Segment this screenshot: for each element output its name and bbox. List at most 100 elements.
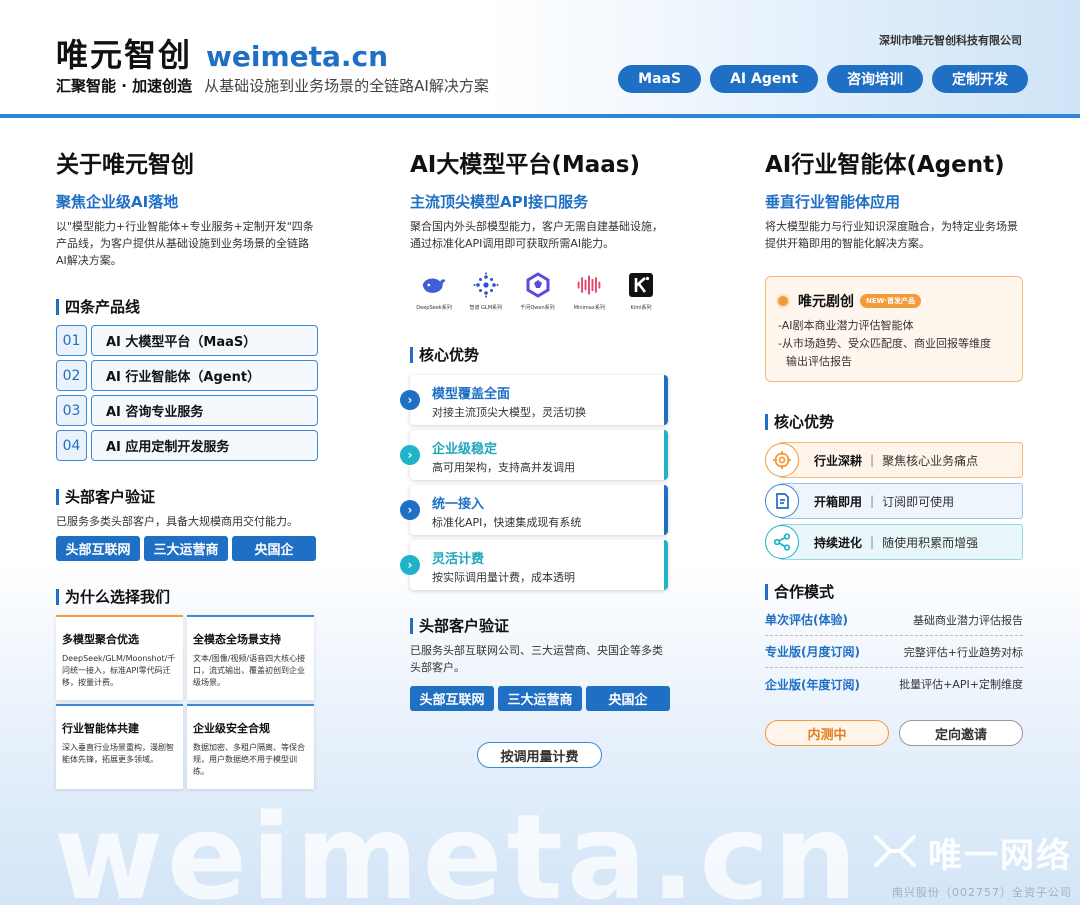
model-logos: DeepSeek系列 智谱 GLM系列 千问Qwen系列 Minimax系列 K… — [410, 272, 665, 311]
feature-lines: -AI剧本商业潜力评估智能体 -从市场趋势、受众匹配度、商业回报等维度 输出评估… — [778, 317, 1022, 371]
mode-desc: 基础商业潜力评估报告 — [913, 613, 1023, 627]
product-num: 02 — [56, 360, 87, 391]
slogan-bold: 汇聚智能 · 加速创造 — [56, 77, 193, 95]
about-subtitle: 聚焦企业级AI落地 — [56, 193, 179, 211]
billing-button[interactable]: 按调用量计费 — [477, 742, 602, 768]
pill-maas[interactable]: MaaS — [618, 65, 702, 93]
product-label: AI 大模型平台（MaaS） — [91, 325, 318, 356]
why-card: 全模态全场景支持 文本/图像/视频/语音四大核心接口，流式输出，覆盖初创到企业级… — [187, 615, 314, 700]
product-num: 03 — [56, 395, 87, 426]
maas-clients-desc: 已服务头部互联网公司、三大运营商、央国企等多类头部客户。 — [410, 644, 663, 674]
logo-name: 智谱 GLM系列 — [469, 305, 503, 311]
feature-line: -AI剧本商业潜力评估智能体 — [778, 319, 914, 332]
invite-button[interactable]: 定向邀请 — [899, 720, 1023, 746]
feature-product-card[interactable]: 唯元剧创 NEW·首发产品 -AI剧本商业潜力评估智能体 -从市场趋势、受众匹配… — [765, 276, 1023, 382]
testing-button[interactable]: 内测中 — [765, 720, 889, 746]
why-title: 为什么选择我们 — [56, 589, 318, 605]
advantage-text: 对接主流顶尖大模型，灵活切换 — [432, 406, 586, 419]
kimi-k-icon — [628, 272, 654, 298]
products-title: 四条产品线 — [56, 299, 318, 315]
pill-custom-dev[interactable]: 定制开发 — [932, 65, 1028, 93]
advantage-card: 企业级稳定 高可用架构，支持高并发调用 › — [400, 430, 668, 480]
chevron-right-icon: › — [400, 500, 420, 520]
product-label: AI 咨询专业服务 — [91, 395, 318, 426]
maas-subtitle: 主流顶尖模型API接口服务 — [410, 193, 589, 211]
advantage-text: 标准化API，快速集成现有系统 — [432, 516, 582, 529]
mode-row: 企业版(年度订阅) 批量评估+API+定制维度 — [765, 668, 1023, 700]
agent-advantage-box: 持续进化 | 随使用积累而增强 — [779, 524, 1023, 560]
pill-agent[interactable]: AI Agent — [710, 65, 818, 93]
watermark-logo: 唯一网络 — [870, 828, 1072, 877]
about-desc: 以"模型能力+行业智能体+专业服务+定制开发"四条产品线，为客户提供从基础设施到… — [56, 220, 314, 267]
advantage-card: 模型覆盖全面 对接主流顶尖大模型，灵活切换 › — [400, 375, 668, 425]
advantage-title: 企业级稳定 — [432, 442, 498, 457]
new-badge: NEW·首发产品 — [860, 294, 922, 308]
maas-client-tags: 头部互联网 三大运营商 央国企 — [410, 686, 672, 711]
glm-dots-icon — [473, 272, 499, 298]
agent-title: AI行业智能体(Agent) — [765, 152, 1005, 178]
chevron-right-icon: › — [400, 445, 420, 465]
product-item[interactable]: 01 AI 大模型平台（MaaS） — [56, 325, 318, 356]
advantage-title: 统一接入 — [432, 497, 485, 512]
deepseek-whale-icon — [421, 272, 447, 298]
product-item[interactable]: 03 AI 咨询专业服务 — [56, 395, 318, 426]
clients-desc: 已服务多类头部客户，具备大规模商用交付能力。 — [56, 515, 298, 528]
logo-name: DeepSeek系列 — [416, 305, 452, 311]
advantage-card: 统一接入 标准化API，快速集成现有系统 › — [400, 485, 668, 535]
why-card-text: 文本/图像/视频/语音四大核心接口，流式输出，覆盖初创到企业级场景。 — [193, 654, 306, 687]
about-column: 关于唯元智创 聚焦企业级AI落地 以"模型能力+行业智能体+专业服务+定制开发"… — [56, 145, 318, 789]
why-card-title: 多模型聚合优选 — [62, 633, 139, 646]
mode-name: 单次评估(体验) — [765, 613, 848, 627]
document-icon — [765, 484, 799, 518]
client-tags: 头部互联网 三大运营商 央国企 — [56, 536, 318, 561]
client-tag: 央国企 — [586, 686, 670, 711]
watermark-text: weimeta.cn — [54, 788, 862, 905]
advantage-card: 灵活计费 按实际调用量计费，成本透明 › — [400, 540, 668, 590]
mode-name: 专业版(月度订阅) — [765, 645, 860, 659]
maas-adv-title: 核心优势 — [410, 347, 672, 363]
maas-advantages: 模型覆盖全面 对接主流顶尖大模型，灵活切换 › 企业级稳定 高可用架构，支持高并… — [400, 375, 672, 590]
mode-row: 单次评估(体验) 基础商业潜力评估报告 — [765, 604, 1023, 636]
target-icon — [765, 443, 799, 477]
client-tag: 央国企 — [232, 536, 316, 561]
product-item[interactable]: 04 AI 应用定制开发服务 — [56, 430, 318, 461]
why-card-text: DeepSeek/GLM/Moonshot/千问统一接入，标准API零代码迁移，… — [62, 654, 176, 687]
feature-title: 唯元剧创 — [798, 294, 854, 310]
logo-name: Kimi系列 — [630, 305, 652, 311]
logo-kimi: Kimi系列 — [617, 272, 665, 311]
client-tag: 头部互联网 — [56, 536, 140, 561]
pill-consulting[interactable]: 咨询培训 — [827, 65, 923, 93]
brand: 唯元智创 weimeta.cn — [56, 30, 388, 76]
why-card-text: 深入垂直行业场景重构，漫剧智能体先锋，拓展更多领域。 — [62, 743, 174, 764]
slogan: 汇聚智能 · 加速创造 从基础设施到业务场景的全链路AI解决方案 — [56, 75, 489, 96]
mode-desc: 批量评估+API+定制维度 — [899, 678, 1023, 691]
watermark-subtitle: 南兴股份（002757）全资子公司 — [892, 886, 1072, 899]
advantage-text: 高可用架构，支持高并发调用 — [432, 461, 575, 474]
page-header: 唯元智创 weimeta.cn 汇聚智能 · 加速创造 从基础设施到业务场景的全链… — [0, 0, 1080, 118]
advantage-box: 统一接入 标准化API，快速集成现有系统 — [410, 485, 668, 535]
why-card: 企业级安全合规 数据加密、多租户隔离、等保合规，用户数据绝不用于模型训练。 — [187, 704, 314, 789]
logo-glm: 智谱 GLM系列 — [462, 272, 510, 311]
feature-head: 唯元剧创 NEW·首发产品 — [778, 291, 1022, 311]
agent-subtitle: 垂直行业智能体应用 — [765, 193, 901, 211]
brand-name: 唯元智创 — [56, 36, 193, 74]
agent-advantage-text: 随使用积累而增强 — [882, 535, 979, 550]
agent-advantage-title: 持续进化 — [814, 535, 863, 550]
agent-advantage: 持续进化 | 随使用积累而增强 — [765, 524, 1023, 560]
brand-url[interactable]: weimeta.cn — [206, 40, 388, 73]
product-label: AI 应用定制开发服务 — [91, 430, 318, 461]
product-item[interactable]: 02 AI 行业智能体（Agent） — [56, 360, 318, 391]
about-title: 关于唯元智创 — [56, 152, 194, 178]
agent-advantage-box: 开箱即用 | 订阅即可使用 — [779, 483, 1023, 519]
agent-desc: 将大模型能力与行业知识深度融合，为特定业务场景提供开箱即用的智能化解决方案。 — [765, 220, 1018, 250]
agent-adv-title: 核心优势 — [765, 414, 1027, 430]
feature-line: 输出评估报告 — [786, 355, 852, 368]
dot-icon — [778, 296, 788, 306]
company-name: 深圳市唯元智创科技有限公司 — [879, 34, 1022, 47]
why-card: 多模型聚合优选 DeepSeek/GLM/Moonshot/千问统一接入，标准A… — [56, 615, 183, 700]
logo-name: Minimax系列 — [573, 305, 605, 311]
product-num: 04 — [56, 430, 87, 461]
product-num: 01 — [56, 325, 87, 356]
feature-line: -从市场趋势、受众匹配度、商业回报等维度 — [778, 337, 991, 350]
client-tag: 三大运营商 — [144, 536, 228, 561]
